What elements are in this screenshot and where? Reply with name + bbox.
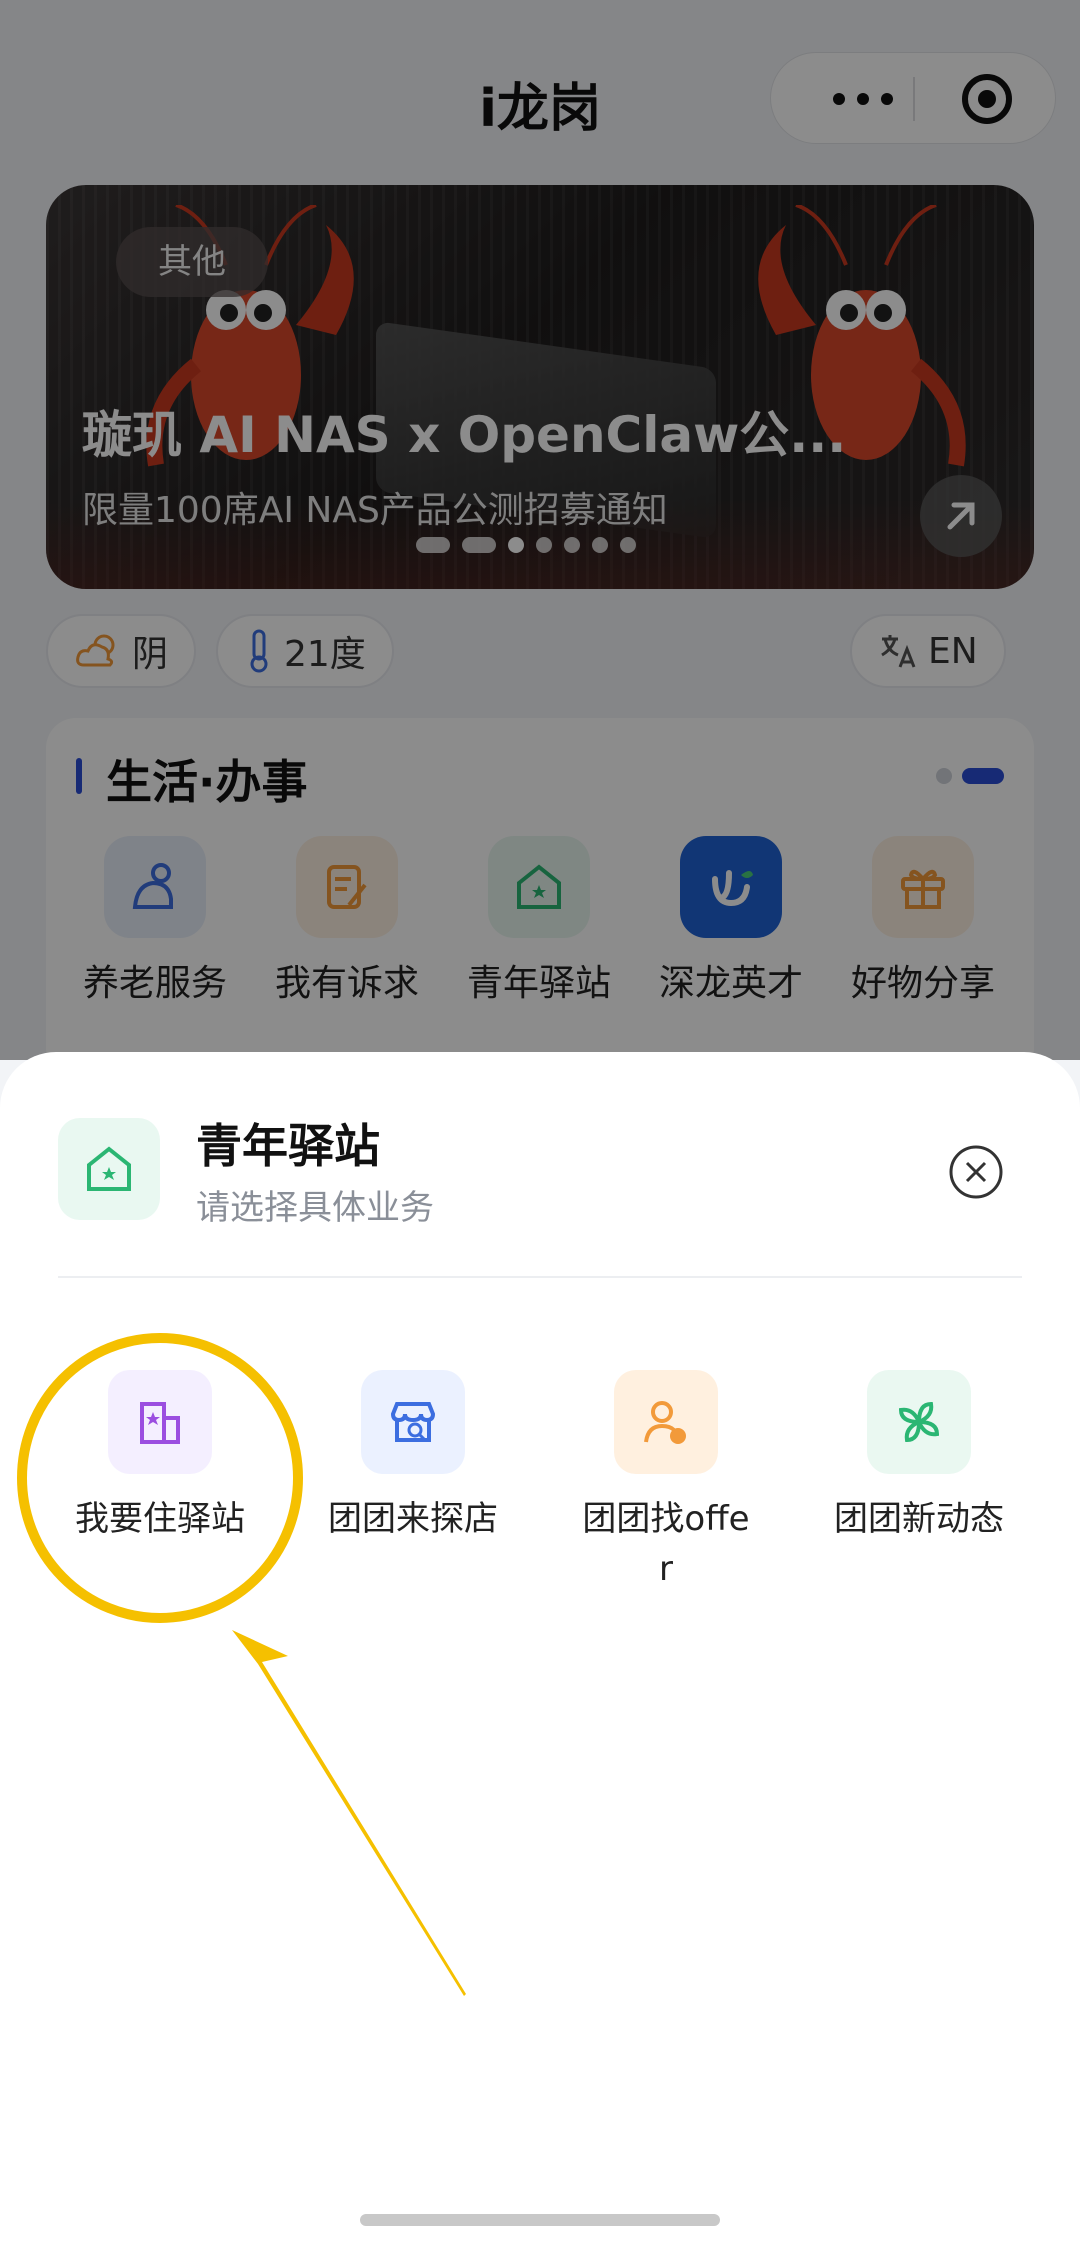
sheet-title: 青年驿站: [196, 1119, 380, 1173]
sheet-divider: [58, 1276, 1022, 1278]
biz-find-offer[interactable]: 团团找offer: [566, 1370, 766, 1594]
biz-shop-visit[interactable]: 团团来探店: [313, 1370, 513, 1544]
biz-stay-station[interactable]: 我要住驿站: [60, 1370, 260, 1544]
biz-news[interactable]: 团团新动态: [819, 1370, 1019, 1544]
building-star-icon: [108, 1370, 212, 1474]
sheet-subtitle: 请选择具体业务: [196, 1188, 434, 1228]
biz-label: 团团找offer: [582, 1499, 750, 1589]
home-indicator: [360, 2214, 720, 2226]
biz-label: 团团新动态: [834, 1499, 1004, 1539]
biz-label: 团团来探店: [328, 1499, 498, 1539]
youth-house-sheet: 青年驿站 请选择具体业务 我要住驿站 团团来探店 团团找offer 团团新动态: [0, 1052, 1080, 2253]
shop-search-icon: [361, 1370, 465, 1474]
person-badge-icon: [614, 1370, 718, 1474]
biz-label: 我要住驿站: [75, 1499, 245, 1539]
modal-backdrop[interactable]: [0, 0, 1080, 1060]
youth-house-icon: [58, 1118, 160, 1220]
close-circle-icon[interactable]: [948, 1144, 1004, 1200]
pinwheel-icon: [867, 1370, 971, 1474]
